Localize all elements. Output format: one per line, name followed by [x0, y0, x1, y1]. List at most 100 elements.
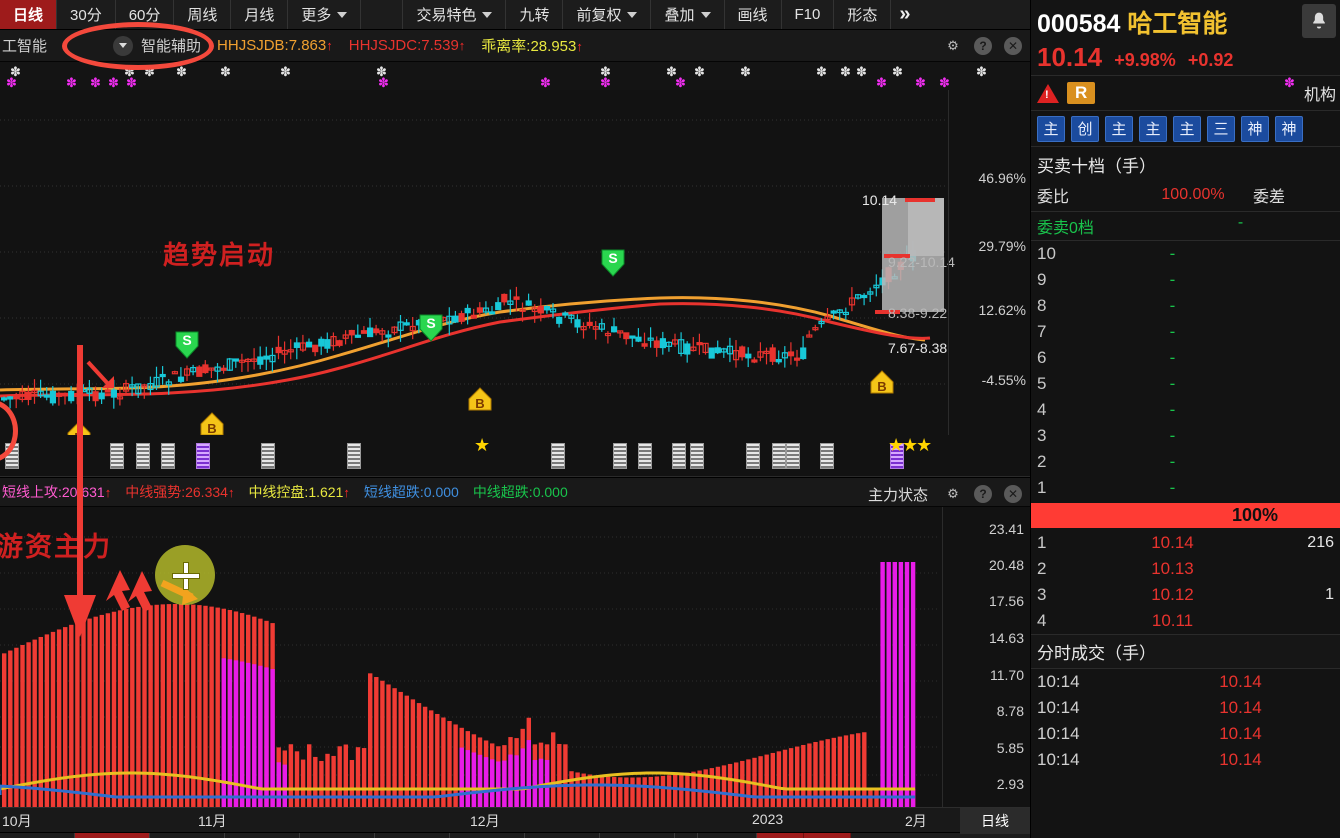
tab-more-button[interactable]: 更多: [698, 833, 757, 838]
candlestick-chart[interactable]: SSSBBBB 10.14 9.22-10.14 8.38-9.22 7.67-…: [0, 90, 1030, 435]
main-force-chart[interactable]: 游资主力 23.41 20.48 17.56 14.63 11.70 8.78 …: [0, 507, 1030, 807]
sell-order-row[interactable]: 2-: [1031, 449, 1340, 475]
order-price: -: [1169, 322, 1176, 341]
axis-tick: 5.85: [996, 740, 1024, 756]
news-marker-icon[interactable]: [690, 443, 704, 469]
sell-order-row[interactable]: 5-: [1031, 371, 1340, 397]
lower-panel-icon-group: 主力状态 ⚙ ? ✕: [868, 478, 1022, 510]
badge-main-3[interactable]: 主: [1139, 115, 1167, 142]
news-marker-icon[interactable]: [786, 443, 800, 469]
tab-strategy-main-snipe[interactable]: 主力狙击: [225, 833, 300, 838]
axis-tick: 46.96%: [978, 170, 1026, 186]
tab-strategy-hot-money[interactable]: 游资选股: [525, 833, 600, 838]
sell-order-row[interactable]: 9-: [1031, 267, 1340, 293]
help-icon[interactable]: ?: [974, 37, 992, 55]
tool-adjust-forward[interactable]: 前复权: [563, 0, 652, 29]
badge-chuang[interactable]: 创: [1071, 115, 1099, 142]
sell-order-row[interactable]: 8-: [1031, 293, 1340, 319]
tab-strategy-ocean-bottom[interactable]: 海洋抄底: [375, 833, 450, 838]
alert-bell-icon[interactable]: [1302, 4, 1336, 38]
period-tab-daily[interactable]: 日线: [0, 0, 58, 29]
svg-text:S: S: [182, 332, 191, 348]
indicator-stock-label: 工智能: [2, 38, 48, 55]
tab-strategy-breakout[interactable]: 蓄势突破: [450, 833, 525, 838]
price-label-range-1: 9.22-10.14: [888, 254, 955, 270]
help-icon[interactable]: ?: [974, 485, 992, 503]
news-marker-icon[interactable]: [772, 443, 786, 469]
news-marker-icon[interactable]: [161, 443, 175, 469]
sell-order-row[interactable]: 3-: [1031, 423, 1340, 449]
close-icon[interactable]: ✕: [1004, 485, 1022, 503]
badge-main-4[interactable]: 主: [1173, 115, 1201, 142]
tool-label: 形态: [847, 7, 878, 24]
toolbar-expand-icon[interactable]: »: [891, 0, 918, 29]
indicator-bias: 乖离率:28.953↑: [481, 38, 583, 55]
news-marker-icon[interactable]: [136, 443, 150, 469]
tab-strategy-super-control[interactable]: 超强控涨: [300, 833, 375, 838]
tab-strategy-institution[interactable]: 机构选股: [75, 833, 150, 838]
sell-order-row[interactable]: 4-: [1031, 397, 1340, 423]
tool-f10[interactable]: F10: [782, 0, 835, 29]
close-icon[interactable]: ✕: [1004, 37, 1022, 55]
gear-icon[interactable]: ⚙: [944, 37, 962, 55]
buy-order-row[interactable]: 3 10.12 1: [1031, 582, 1340, 608]
order-level: 5: [1037, 374, 1047, 393]
news-marker-icon[interactable]: [638, 443, 652, 469]
institution-tag: 机构: [1303, 87, 1336, 104]
badge-main[interactable]: 主: [1037, 115, 1065, 142]
chart-period-indicator[interactable]: 日线: [960, 808, 1030, 834]
tool-pattern[interactable]: 形态: [834, 0, 892, 29]
news-marker-icon[interactable]: [672, 443, 686, 469]
ratio-value: 100.00%: [1161, 186, 1225, 203]
tab-strategy-banfu[interactable]: 板斧策略: [0, 833, 75, 838]
tool-overlay[interactable]: 叠加: [651, 0, 725, 29]
news-marker-icon-highlighted[interactable]: [196, 443, 210, 469]
star-marker-icon: ★: [474, 435, 491, 455]
buy-order-row[interactable]: 2 10.13: [1031, 556, 1340, 582]
news-marker-icon[interactable]: [820, 443, 834, 469]
tab-strategy-mid-main[interactable]: 中线主力: [600, 833, 675, 838]
tool-trade-features[interactable]: 交易特色: [403, 0, 507, 29]
toolbar-spacer: [361, 0, 404, 29]
sell-order-row[interactable]: 10 -: [1031, 241, 1340, 267]
news-marker-icon[interactable]: [746, 443, 760, 469]
order-level: 7: [1037, 322, 1047, 341]
badge-shen-2[interactable]: 神: [1275, 115, 1303, 142]
badge-main-2[interactable]: 主: [1105, 115, 1133, 142]
indicator-hhjsjdb: HHJSJDB:7.863↑: [217, 37, 333, 54]
sell-order-row[interactable]: 1-: [1031, 475, 1340, 501]
buy-order-row[interactable]: 1 10.14 216: [1031, 530, 1340, 556]
save-button[interactable]: 保存: [756, 833, 804, 838]
svg-text:S: S: [608, 250, 617, 266]
tool-nine-turn[interactable]: 九转: [506, 0, 564, 29]
chevron-down-icon: [700, 11, 711, 18]
order-price: -: [1169, 374, 1176, 393]
annotation-trend-start: 趋势启动: [163, 240, 276, 270]
news-marker-icon[interactable]: [347, 443, 361, 469]
warning-icon[interactable]: [1037, 83, 1059, 103]
tick-time: 10:14: [1037, 750, 1080, 769]
period-tab-monthly[interactable]: 月线: [231, 0, 289, 29]
tool-draw-line[interactable]: 画线: [725, 0, 782, 29]
sell-order-row[interactable]: 6-: [1031, 345, 1340, 371]
badge-shen[interactable]: 神: [1241, 115, 1269, 142]
news-marker-icon[interactable]: [110, 443, 124, 469]
tick-row: 10:14 10.14: [1031, 747, 1340, 773]
buy-order-row[interactable]: 4 10.11: [1031, 608, 1340, 634]
badge-san[interactable]: 三: [1207, 115, 1235, 142]
lower-panel-title: 主力状态: [867, 486, 928, 504]
tab-overflow-ellipsis[interactable]: ...: [675, 833, 698, 838]
news-marker-icon[interactable]: [261, 443, 275, 469]
news-marker-icon[interactable]: [551, 443, 565, 469]
period-tab-weekly[interactable]: 周线: [174, 0, 232, 29]
gear-icon[interactable]: ⚙: [944, 485, 962, 503]
tab-strategy-double-purple[interactable]: 双紫战法: [150, 833, 225, 838]
news-marker-icon[interactable]: [613, 443, 627, 469]
order-ratio-row: 委比 100.00% 委差: [1031, 182, 1340, 211]
period-tab-more[interactable]: 更多: [288, 0, 362, 29]
risk-badge[interactable]: R: [1067, 82, 1096, 104]
manage-button[interactable]: 管理: [803, 833, 851, 838]
tick-time: 10:14: [1037, 672, 1080, 691]
sell-order-row[interactable]: 7-: [1031, 319, 1340, 345]
tick-price: 10.14: [1219, 750, 1262, 769]
